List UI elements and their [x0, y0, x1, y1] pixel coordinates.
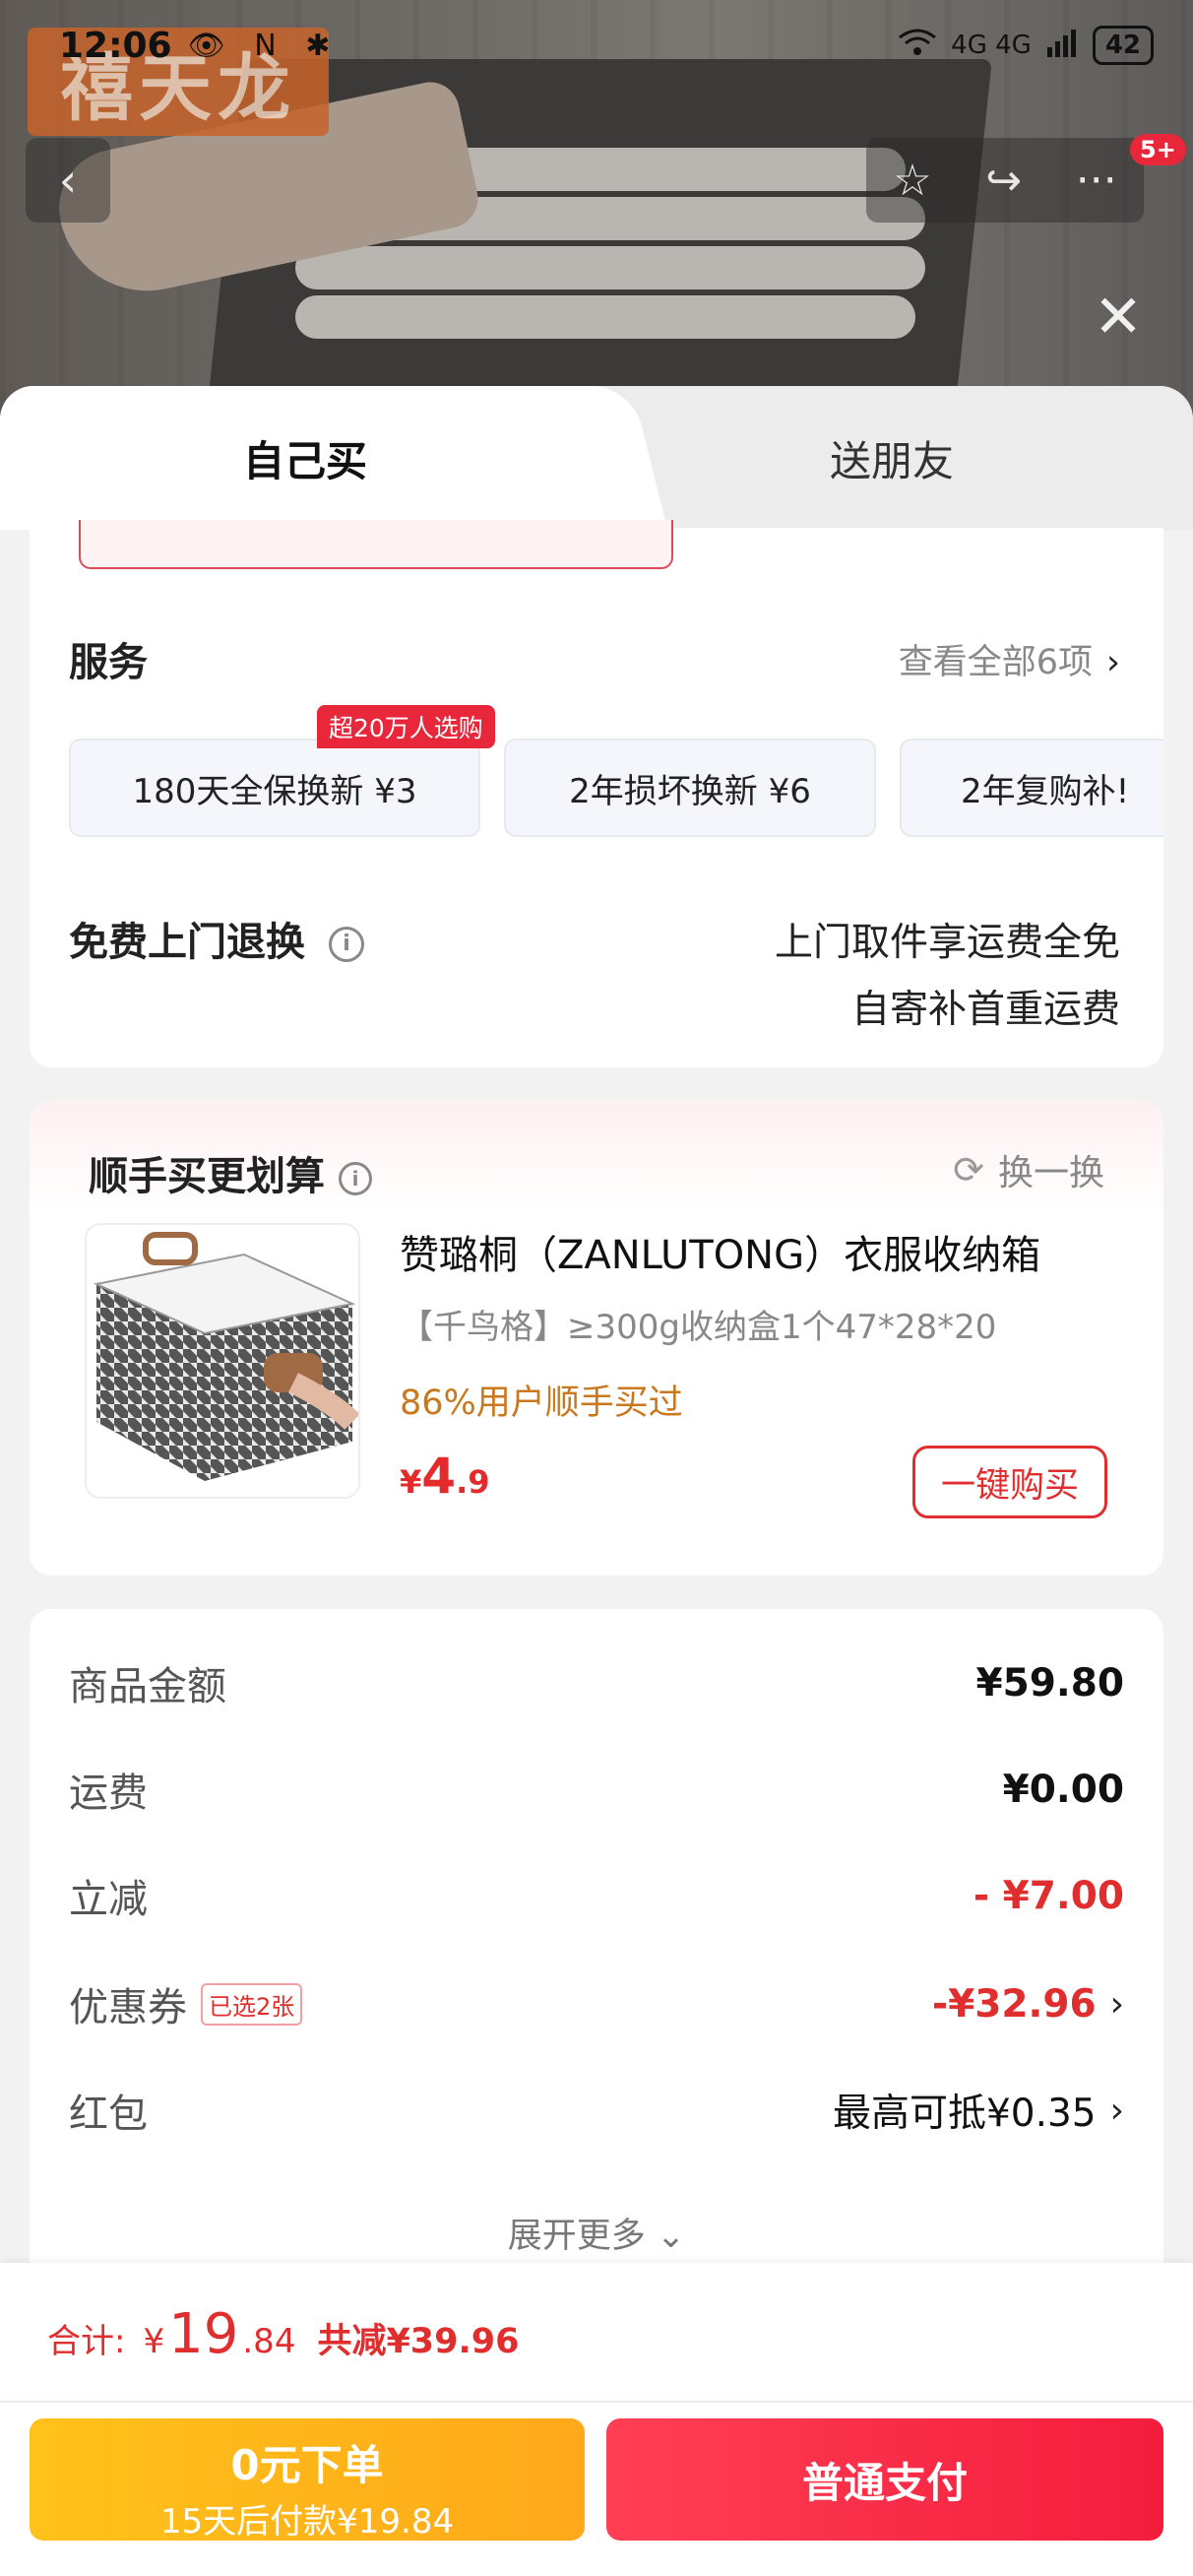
total-saved: 共减¥39.96 — [317, 2322, 520, 2361]
price-summary-card: 商品金额 ¥59.80 运费 ¥0.00 立减 - ¥7.00 优惠券 已选2张… — [30, 1609, 1163, 2357]
refresh-icon: ⟳ — [953, 1148, 984, 1191]
divider — [0, 2401, 1193, 2403]
summary-label: 运费 — [69, 1771, 148, 1816]
service-option[interactable]: 2年复购补! — [900, 739, 1163, 837]
service-option-label: 180天全保换新 ¥3 — [132, 771, 417, 811]
price-integer: 4 — [421, 1448, 457, 1505]
expand-more-button[interactable]: 展开更多 ⌄ — [30, 2208, 1163, 2258]
network-label: 4G 4G — [951, 31, 1032, 60]
summary-label: 商品金额 — [69, 1664, 226, 1709]
star-icon[interactable]: ☆ — [893, 156, 931, 206]
total-currency: ¥ — [143, 2322, 165, 2361]
summary-row-shipping: 运费 ¥0.00 — [69, 1755, 1124, 1824]
status-time: 12:06 — [59, 25, 172, 66]
tab-label: 自己买 — [242, 436, 367, 485]
summary-label: 红包 — [69, 2092, 148, 2137]
swap-label: 换一换 — [997, 1153, 1104, 1193]
chevron-right-icon: › — [1106, 643, 1120, 682]
service-card: 服务 查看全部6项 › 180天全保换新 ¥3 超20万人选购 2年损坏换新 ¥6… — [30, 520, 1163, 1067]
towel-shape — [295, 295, 915, 339]
service-option-label: 2年复购补! — [961, 771, 1130, 811]
total-integer: 19 — [168, 2302, 239, 2366]
total-decimal: .84 — [242, 2322, 296, 2361]
return-detail-2: 自寄补首重运费 — [850, 988, 1120, 1032]
share-icon[interactable]: ↪ — [985, 156, 1022, 206]
total-label: 合计: — [47, 2322, 126, 2361]
pay-later-subtitle: 15天后付款¥19.84 — [159, 2502, 455, 2542]
checkout-bar: 合计: ¥ 19 .84 共减¥39.96 0元下单 15天后付款¥19.84 … — [0, 2263, 1193, 2576]
back-button[interactable]: ‹ — [26, 138, 110, 223]
service-option-label: 2年损坏换新 ¥6 — [569, 771, 811, 811]
pay-later-button[interactable]: 0元下单 15天后付款¥19.84 — [30, 2418, 585, 2542]
signal-icon — [1045, 28, 1079, 64]
view-all-label: 查看全部6项 — [898, 643, 1093, 682]
normal-pay-button[interactable]: 普通支付 — [606, 2418, 1163, 2541]
tab-label: 送朋友 — [829, 436, 954, 485]
pay-later-title: 0元下单 — [230, 2441, 384, 2489]
info-icon[interactable]: i — [339, 1162, 372, 1195]
free-return-title: 免费上门退换 i — [69, 910, 364, 967]
purchase-sheet: 送朋友 自己买 服务 查看全部6项 › 180天全保换新 ¥3 超20万人选购 2… — [0, 386, 1193, 2576]
chevron-right-icon: › — [1109, 1983, 1124, 2025]
upsell-price: ¥4.9 — [400, 1448, 489, 1505]
summary-label: 立减 — [69, 1877, 148, 1922]
service-title: 服务 — [69, 640, 148, 685]
tab-send-friend[interactable]: 送朋友 — [591, 386, 1193, 530]
service-option[interactable]: 180天全保换新 ¥3 — [69, 739, 480, 837]
summary-value: ¥59.80 — [975, 1660, 1125, 1706]
chevron-left-icon: ‹ — [58, 154, 78, 207]
service-option[interactable]: 2年损坏换新 ¥6 — [504, 739, 876, 837]
summary-label: 优惠券 — [69, 1985, 187, 2030]
hot-tag: 超20万人选购 — [317, 705, 495, 748]
upsell-product-image[interactable] — [85, 1223, 360, 1499]
message-badge: 5+ — [1130, 134, 1186, 165]
more-icon[interactable]: ··· — [1076, 156, 1117, 206]
status-right: 4G 4G 42 — [898, 26, 1154, 65]
close-icon[interactable]: ✕ — [1087, 286, 1150, 349]
upsell-buy-rate: 86%用户顺手买过 — [400, 1384, 683, 1423]
summary-value: ¥0.00 — [1002, 1767, 1124, 1812]
wifi-icon — [898, 28, 937, 64]
status-bar: 12:06 👁 N ✱ 4G 4G 42 — [0, 0, 1193, 91]
price-currency: ¥ — [400, 1463, 422, 1501]
order-total: 合计: ¥ 19 .84 共减¥39.96 — [47, 2302, 520, 2366]
summary-row-coupon[interactable]: 优惠券 已选2张 -¥32.96 › — [69, 1969, 1124, 2038]
return-detail-1: 上门取件享运费全免 — [774, 921, 1120, 965]
swap-button[interactable]: ⟳ 换一换 — [953, 1144, 1104, 1195]
summary-value: - ¥7.00 — [973, 1873, 1124, 1918]
upsell-title: 顺手买更划算 i — [89, 1144, 372, 1201]
upsell-product-name[interactable]: 赞璐桐（ZANLUTONG）衣服收纳箱 — [400, 1223, 1104, 1280]
summary-value: 最高可抵¥0.35 — [832, 2092, 1097, 2136]
one-click-buy-button[interactable]: 一键购买 — [912, 1446, 1107, 1518]
chevron-right-icon: › — [1109, 2090, 1124, 2131]
towel-shape — [295, 246, 925, 290]
battery-indicator: 42 — [1092, 26, 1154, 65]
price-decimal: .9 — [456, 1463, 490, 1501]
summary-row-redpacket[interactable]: 红包 最高可抵¥0.35 › — [69, 2076, 1124, 2145]
info-icon[interactable]: i — [329, 927, 364, 962]
purchase-tabs: 送朋友 自己买 — [0, 386, 1193, 530]
tab-buy-self[interactable]: 自己买 — [0, 386, 610, 530]
top-action-group: ☆ ↪ ··· — [866, 138, 1144, 223]
summary-row-goods: 商品金额 ¥59.80 — [69, 1648, 1124, 1717]
upsell-product-spec: 【千鸟格】≥300g收纳盒1个47*28*20 — [400, 1308, 997, 1347]
upsell-title-label: 顺手买更划算 — [89, 1154, 325, 1199]
upsell-card: 顺手买更划算 i ⟳ 换一换 赞璐桐（ZANLUTONG）衣服收纳箱 【千鸟格】… — [30, 1101, 1163, 1576]
view-all-services[interactable]: 查看全部6项 › — [899, 634, 1120, 684]
status-left-icons: 👁 N ✱ — [187, 28, 341, 63]
coupon-selected-tag: 已选2张 — [201, 1982, 303, 2026]
summary-row-discount: 立减 - ¥7.00 — [69, 1861, 1124, 1930]
clipped-banner — [79, 520, 673, 569]
free-return-label: 免费上门退换 — [69, 920, 305, 965]
summary-value: -¥32.96 — [931, 1981, 1097, 2027]
